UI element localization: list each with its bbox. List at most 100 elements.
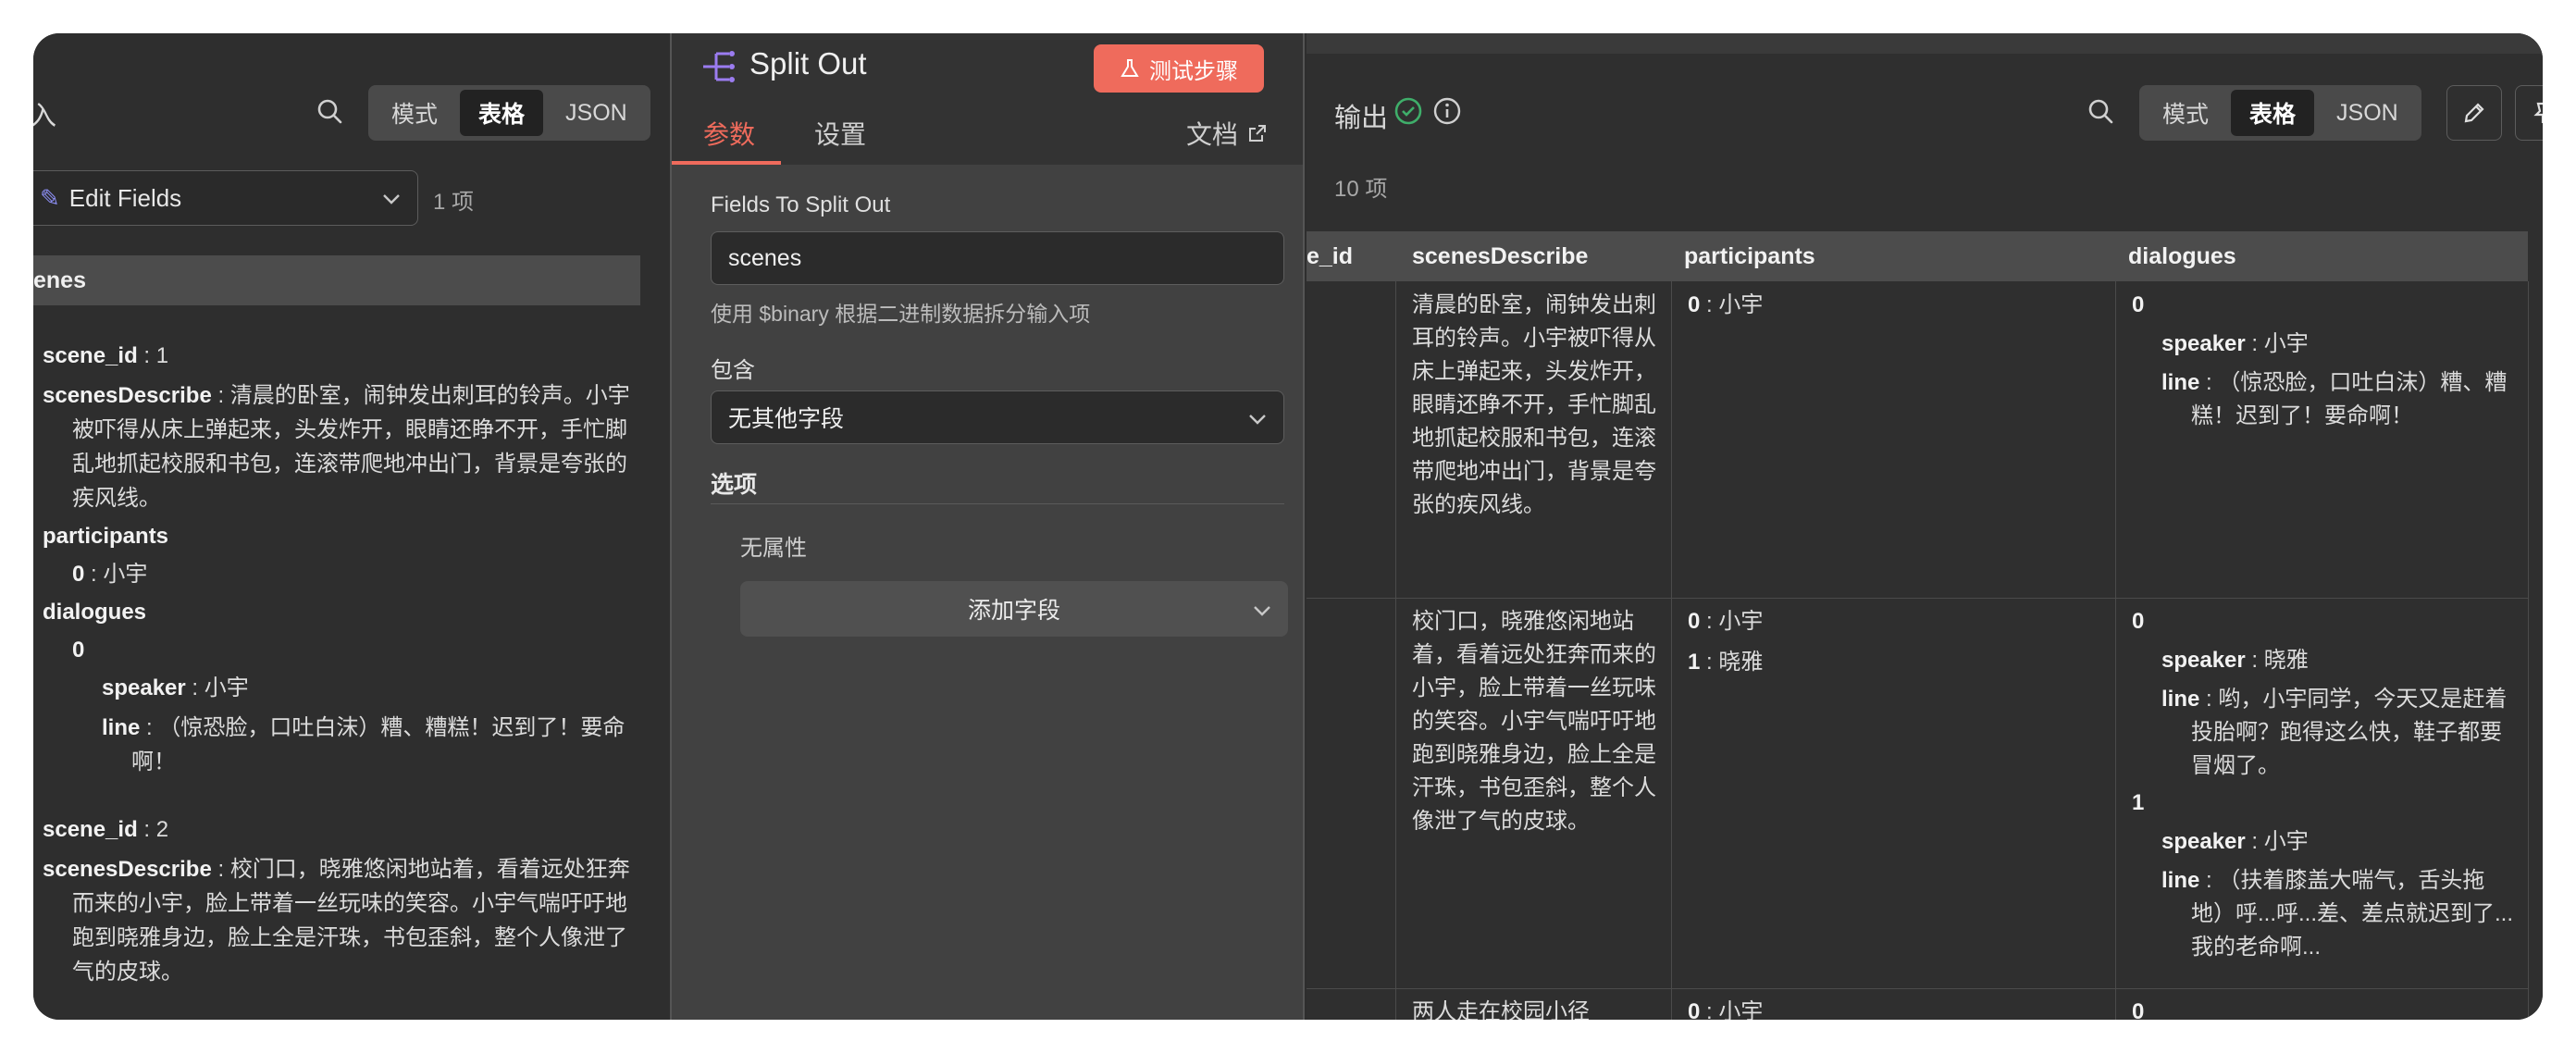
docs-link-label: 文档	[1186, 120, 1239, 149]
tree-key: participants	[43, 524, 169, 549]
cell-value: 小宇	[1718, 292, 1764, 317]
cell-key: speaker	[2161, 331, 2246, 356]
tree-row: 0	[43, 633, 635, 667]
pencil-icon	[2464, 103, 2484, 123]
active-tab-indicator	[672, 161, 781, 165]
input-panel-title: 入	[33, 102, 57, 131]
dialogue-line: line : （惊恐脸，口吐白沫）糟、糟糕！迟到了！要命啊！	[2161, 370, 2508, 428]
tab-settings[interactable]: 设置	[814, 115, 866, 152]
cell-key: speaker	[2161, 648, 2246, 673]
cell-key: 0	[1688, 292, 1701, 317]
cell-value: 小宇	[2263, 829, 2309, 854]
grid-line	[2115, 281, 2116, 1020]
grid-line	[1395, 281, 1396, 1020]
output-item-count: 10 项	[1334, 177, 1388, 202]
output-table-header: e_id scenesDescribe participants dialogu…	[1307, 231, 2528, 281]
tree-key: scenesDescribe	[43, 383, 212, 408]
tree-value: 小宇	[103, 562, 148, 587]
search-icon[interactable]	[2082, 93, 2119, 130]
docs-link[interactable]: 文档	[1186, 115, 1268, 152]
tree-key: line	[102, 715, 141, 740]
table-cell-dialogues: 0 speaker : 晓雅 line : 哟，小宇同学，今天又是赶着投胎啊？跑…	[2132, 605, 2513, 964]
input-item-count: 1 项	[433, 190, 475, 215]
test-step-button[interactable]: 测试步骤	[1094, 44, 1264, 93]
cell-value: （扶着膝盖大喘气，舌头拖地）呼...呼...差、差点就迟到了...我的老命啊..…	[2191, 868, 2514, 960]
dialogue-speaker: speaker : 晓雅	[2161, 648, 2309, 673]
node-title: Split Out	[749, 46, 867, 81]
tree-row: participants	[43, 519, 635, 553]
tree-row: dialogues	[43, 595, 635, 629]
dialogue-speaker: speaker : 小宇	[2161, 829, 2309, 854]
view-mode-table[interactable]: 表格	[2231, 90, 2315, 136]
divider	[711, 503, 1284, 504]
test-step-label: 测试步骤	[1149, 58, 1238, 84]
tree-row: 0 : 小宇	[72, 562, 148, 587]
view-mode-schema[interactable]: 模式	[2144, 90, 2227, 136]
cell-key: 1	[1688, 650, 1701, 675]
add-field-button[interactable]: 添加字段	[740, 581, 1288, 637]
cell-key: line	[2161, 370, 2200, 395]
edit-output-button[interactable]	[2446, 85, 2502, 141]
tree-row: scene_id : 2	[43, 817, 169, 842]
grid-line	[2528, 281, 2529, 1020]
view-mode-table[interactable]: 表格	[460, 90, 544, 136]
cell-key: 0	[2132, 609, 2145, 634]
column-header-label: enes	[33, 266, 86, 293]
view-mode-json[interactable]: JSON	[2318, 90, 2417, 136]
cell-key: 0	[1688, 999, 1701, 1020]
table-cell-dialogues: 0	[2132, 996, 2513, 1020]
participant-entry: 0 : 小宇	[1688, 609, 1764, 634]
tree-key: dialogues	[43, 600, 147, 625]
cell-key: 0	[2132, 999, 2145, 1020]
cell-value: 哟，小宇同学，今天又是赶着投胎啊？跑得这么快，鞋子都要冒烟了。	[2191, 687, 2508, 778]
cell-key: 0	[2132, 292, 2145, 317]
fields-to-split-label: Fields To Split Out	[711, 192, 891, 217]
view-mode-json[interactable]: JSON	[547, 90, 646, 136]
input-view-mode-switch[interactable]: 模式 表格 JSON	[368, 85, 650, 141]
grid-line	[1307, 988, 2528, 989]
column-header: participants	[1684, 242, 1815, 269]
input-tree: scene_id : 1 scenesDescribe : 清晨的卧室，闹钟发出…	[43, 339, 635, 989]
table-cell-describe: 校门口，晓雅悠闲地站着，看着远处狂奔而来的小宇，脸上带着一丝玩味的笑容。小宇气喘…	[1412, 609, 1656, 834]
pencil-icon: ✎	[40, 183, 60, 212]
grid-line	[1671, 281, 1672, 1020]
participant-entry: 1 : 晓雅	[1688, 650, 1764, 675]
search-icon[interactable]	[311, 93, 348, 130]
success-check-icon	[1393, 96, 1423, 130]
input-column-header: enes	[33, 255, 640, 305]
table-cell-participants: 0 : 小宇	[1688, 292, 1764, 317]
flask-icon	[1121, 59, 1139, 77]
tree-value: 1	[155, 343, 169, 368]
tree-row: scene_id : 1	[43, 343, 169, 368]
cell-key: line	[2161, 868, 2200, 893]
tree-row: scenesDescribe : 清晨的卧室，闹钟发出刺耳的铃声。小宇被吓得从床…	[43, 383, 630, 511]
column-header: e_id	[1307, 242, 1354, 269]
chevron-down-icon	[1254, 606, 1270, 616]
dialogue-line: line : 哟，小宇同学，今天又是赶着投胎啊？跑得这么快，鞋子都要冒烟了。	[2161, 687, 2508, 778]
include-select[interactable]: 无其他字段	[711, 390, 1284, 444]
column-header: dialogues	[2128, 242, 2236, 269]
tree-row: line : （惊恐脸，口吐白沫）糟、糟糕！迟到了！要命啊！	[102, 715, 625, 774]
tab-parameters[interactable]: 参数	[703, 115, 755, 152]
include-label: 包含	[711, 358, 755, 383]
parameters-panel: Split Out 测试步骤 参数 设置 文档 Fields To Split …	[670, 33, 1305, 1020]
cell-key: line	[2161, 687, 2200, 712]
no-properties-text: 无属性	[740, 536, 807, 561]
pin-output-button[interactable]	[2515, 85, 2543, 141]
fields-to-split-input[interactable]: scenes	[711, 231, 1284, 285]
view-mode-schema[interactable]: 模式	[373, 90, 456, 136]
cell-key: 1	[2132, 790, 2145, 815]
tree-key: scene_id	[43, 817, 138, 842]
tree-value: 小宇	[204, 675, 249, 700]
dialogue-line: line : （扶着膝盖大喘气，舌头拖地）呼...呼...差、差点就迟到了...…	[2161, 868, 2514, 960]
dialogue-speaker: speaker : 小宇	[2161, 331, 2309, 356]
output-view-mode-switch[interactable]: 模式 表格 JSON	[2139, 85, 2421, 141]
info-icon[interactable]	[1432, 96, 1462, 130]
app-frame: 入 模式 表格 JSON ✎ Edit Fields 1 项 enes scen…	[33, 33, 2543, 1020]
table-cell-dialogues: 0 speaker : 小宇 line : （惊恐脸，口吐白沫）糟、糟糕！迟到了…	[2132, 289, 2513, 433]
tree-row: speaker : 小宇	[102, 675, 249, 700]
tree-key: 0	[72, 638, 85, 663]
split-out-node-icon	[701, 48, 738, 90]
tree-key: scene_id	[43, 343, 138, 368]
input-node-select[interactable]: ✎ Edit Fields	[33, 170, 418, 226]
